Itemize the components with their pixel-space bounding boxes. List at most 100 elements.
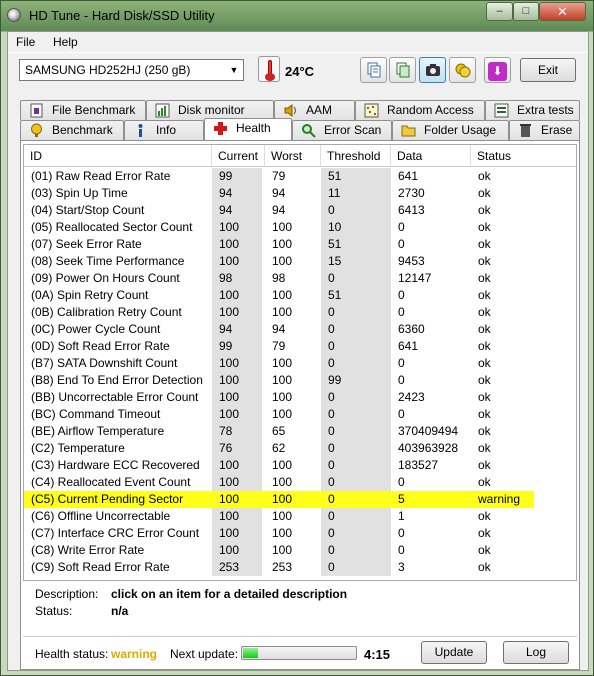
cell-status: ok [478,441,491,455]
tab-disk-monitor[interactable]: Disk monitor [146,100,274,120]
chevron-down-icon[interactable]: ▼ [225,60,243,80]
table-row[interactable]: (C2) Temperature 76 62 0 403963928 ok [24,440,576,457]
options-button[interactable] [449,57,476,83]
table-row[interactable]: (01) Raw Read Error Rate 99 79 51 641 ok [24,168,576,185]
table-row[interactable]: (BC) Command Timeout 100 100 0 0 ok [24,406,576,423]
cell-current: 100 [212,542,262,559]
cell-status: ok [478,339,491,353]
table-row[interactable]: (B8) End To End Error Detection 100 100 99 0… [24,372,576,389]
table-row[interactable]: (0C) Power Cycle Count 94 94 0 6360 ok [24,321,576,338]
cell-threshold: 99 [321,372,391,389]
header-current[interactable]: Current [212,145,265,167]
cell-current: 100 [212,491,262,508]
table-row[interactable]: (07) Seek Error Rate 100 100 51 0 ok [24,236,576,253]
maximize-button[interactable]: □ [513,2,539,21]
table-row[interactable]: (0D) Soft Read Error Rate 99 79 0 641 ok [24,338,576,355]
table-row[interactable]: (C5) Current Pending Sector 100 100 0 5 warni… [24,491,534,508]
cell-status: ok [478,458,491,472]
table-row[interactable]: (09) Power On Hours Count 98 98 0 12147 ok [24,270,576,287]
cell-status: ok [478,424,491,438]
tab-aam[interactable]: AAM [274,100,355,120]
cell-status: ok [478,288,491,302]
cell-threshold: 0 [321,491,391,508]
menu-help[interactable]: Help [53,35,78,49]
tab-label: AAM [306,103,333,117]
table-row[interactable]: (04) Start/Stop Count 94 94 0 6413 ok [24,202,576,219]
table-row[interactable]: (05) Reallocated Sector Count 100 100 10 0 ok [24,219,576,236]
table-row[interactable]: (C3) Hardware ECC Recovered 100 100 0 183527… [24,457,576,474]
title-bar[interactable]: HD Tune - Hard Disk/SSD Utility – □ ✕ [1,1,593,31]
tab-info[interactable]: Info [124,120,204,140]
tab-label: Extra tests [517,103,574,117]
cell-worst: 100 [272,458,293,472]
tab-label: Benchmark [52,123,113,137]
cell-threshold: 11 [321,185,391,202]
tab-health[interactable]: Health [204,118,292,140]
save-button[interactable]: ⬇ [484,57,511,83]
cell-id: (04) Start/Stop Count [31,203,145,217]
close-button[interactable]: ✕ [539,2,586,21]
cell-data: 641 [398,169,419,183]
table-row[interactable]: (C9) Soft Read Error Rate 253 253 0 3 ok [24,559,576,576]
cell-data: 0 [398,526,405,540]
tab-error-scan[interactable]: Error Scan [292,120,392,140]
tab-extra-tests[interactable]: Extra tests [485,100,580,120]
update-button[interactable]: Update [421,641,487,664]
toolbar: SAMSUNG HD252HJ (250 gB) ▼ 24°C ⬇ Exit [8,52,588,92]
table-row[interactable]: (C8) Write Error Rate 100 100 0 0 ok [24,542,576,559]
health-status-value: warning [111,647,158,661]
cell-data: 0 [398,288,405,302]
cell-worst: 94 [272,186,286,200]
cell-current: 100 [212,474,262,491]
tab-label: Health [236,121,271,135]
table-row[interactable]: (08) Seek Time Performance 100 100 15 9453 ok [24,253,576,270]
copy-screenshot-button[interactable] [389,57,416,83]
tab-erase[interactable]: Erase [509,120,580,140]
cell-worst: 100 [272,305,293,319]
minimize-button[interactable]: – [486,2,513,21]
cell-threshold: 0 [321,423,391,440]
menu-bar: File Help [8,32,588,52]
table-row[interactable]: (B7) SATA Downshift Count 100 100 0 0 ok [24,355,576,372]
cell-id: (C5) Current Pending Sector [24,491,212,508]
header-status[interactable]: Status [471,145,576,167]
screenshot-button[interactable] [419,57,446,83]
cell-current: 94 [212,202,262,219]
table-row[interactable]: (BE) Airflow Temperature 78 65 0 370409494 ok [24,423,576,440]
tab-file-benchmark[interactable]: File Benchmark [20,100,146,120]
cell-worst: 65 [272,424,286,438]
tab-label: Error Scan [324,123,382,137]
table-row[interactable]: (C4) Reallocated Event Count 100 100 0 0 ok [24,474,576,491]
drive-select[interactable]: SAMSUNG HD252HJ (250 gB) ▼ [19,59,244,81]
exit-button[interactable]: Exit [520,58,576,82]
file-benchmark-icon [29,103,44,118]
table-row[interactable]: (0B) Calibration Retry Count 100 100 0 0 ok [24,304,576,321]
cell-worst: 79 [272,339,286,353]
log-button[interactable]: Log [503,641,569,664]
cell-id: (BE) Airflow Temperature [31,424,165,438]
cell-id: (05) Reallocated Sector Count [31,220,193,234]
cell-worst: 100 [272,237,293,251]
cell-status: ok [478,271,491,285]
header-threshold[interactable]: Threshold [321,145,391,167]
cell-threshold: 51 [321,236,391,253]
table-row[interactable]: (C6) Offline Uncorrectable 100 100 0 1 ok [24,508,576,525]
tab-random-access[interactable]: Random Access [355,100,485,120]
header-worst[interactable]: Worst [265,145,321,167]
table-row[interactable]: (03) Spin Up Time 94 94 11 2730 ok [24,185,576,202]
status-value: n/a [111,604,129,618]
header-id[interactable]: ID [24,145,212,167]
app-window: HD Tune - Hard Disk/SSD Utility – □ ✕ Fi… [0,0,594,676]
table-row[interactable]: (C7) Interface CRC Error Count 100 100 0 0 ok [24,525,576,542]
table-row[interactable]: (0A) Spin Retry Count 100 100 51 0 ok [24,287,576,304]
cell-data: 6360 [398,322,425,336]
copy-text-button[interactable] [360,57,387,83]
tab-folder-usage[interactable]: Folder Usage [392,120,509,140]
menu-file[interactable]: File [16,35,35,49]
header-data[interactable]: Data [391,145,471,167]
cell-id: (C2) Temperature [31,441,125,455]
table-row[interactable]: (BB) Uncorrectable Error Count 100 100 0 242… [24,389,576,406]
tab-benchmark[interactable]: Benchmark [20,120,124,140]
smart-table[interactable]: ID Current Worst Threshold Data Status (… [23,144,577,581]
cell-worst: 100 [272,543,293,557]
